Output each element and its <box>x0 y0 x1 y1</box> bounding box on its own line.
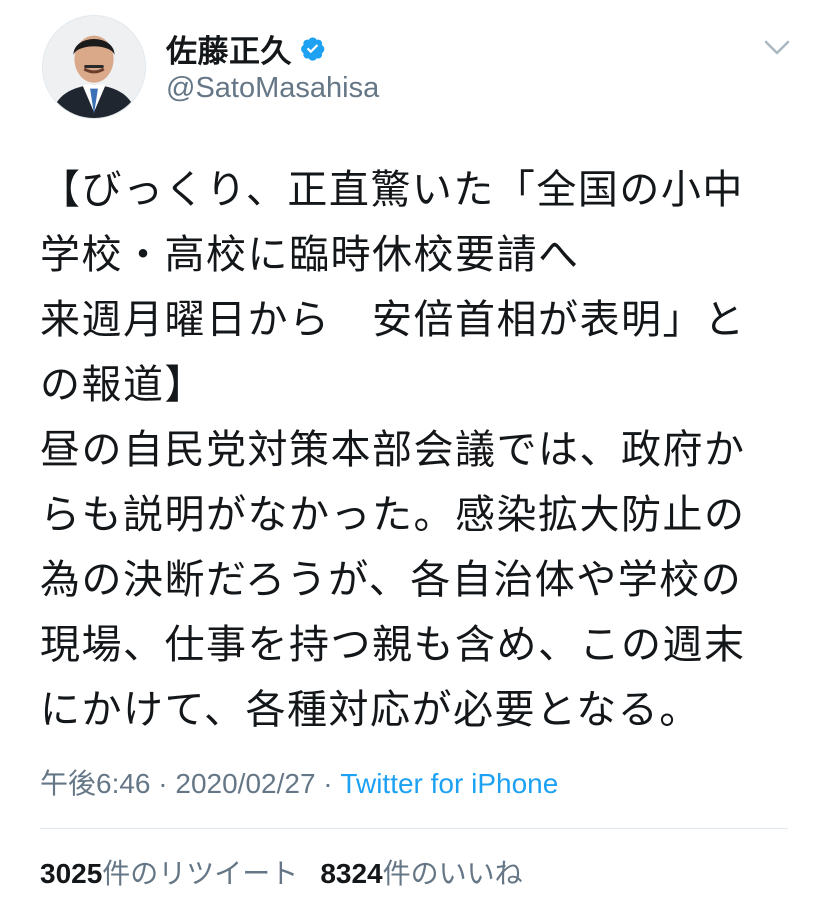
author-avatar[interactable] <box>42 15 146 119</box>
tweet-line: 学校・高校に臨時休校要請へ <box>40 232 580 278</box>
avatar-photo <box>43 16 145 118</box>
retweets-label: 件のリツイート <box>102 858 299 889</box>
tweet-stats: 3025件のリツイート 8324件のいいね <box>40 852 523 892</box>
likes-label: 件のいいね <box>382 858 523 889</box>
likes-stat[interactable]: 8324件のいいね <box>320 858 522 889</box>
tweet-time[interactable]: 午後6:46 <box>40 768 151 799</box>
tweet-line: 昼の自民党対策本部会議では、政府か <box>40 427 746 473</box>
likes-count: 8324 <box>320 858 383 889</box>
chevron-down-icon[interactable] <box>760 36 794 60</box>
tweet-text: 【びっくり、正直驚いた「全国の小中 学校・高校に臨時休校要請へ 来週月曜日から … <box>40 158 800 743</box>
author-handle[interactable]: @SatoMasahisa <box>166 72 379 105</box>
tweet-line: 来週月曜日から 安倍首相が表明」と <box>40 297 746 343</box>
retweets-stat[interactable]: 3025件のリツイート <box>40 858 298 889</box>
tweet-line: らも説明がなかった。感染拡大防止の <box>40 492 746 538</box>
tweet-line: 現場、仕事を持つ親も含め、この週末 <box>40 622 746 668</box>
tweet-date[interactable]: 2020/02/27 <box>175 768 315 799</box>
author-display-name[interactable]: 佐藤正久 <box>166 26 292 71</box>
divider <box>40 828 788 829</box>
tweet-line: 為の決断だろうが、各自治体や学校の <box>40 557 743 603</box>
author-name-row[interactable]: 佐藤正久 <box>166 26 326 70</box>
tweet-source-link[interactable]: Twitter for iPhone <box>340 768 558 799</box>
tweet-line: の報道】 <box>40 362 206 408</box>
verified-badge-icon <box>299 35 326 62</box>
retweets-count: 3025 <box>40 858 103 889</box>
tweet-metadata: 午後6:46 · 2020/02/27 · Twitter for iPhone <box>40 762 558 802</box>
meta-separator: · <box>315 768 341 799</box>
tweet-line: 【びっくり、正直驚いた「全国の小中 <box>40 167 744 213</box>
tweet-line: にかけて、各種対応が必要となる。 <box>40 687 701 733</box>
meta-separator: · <box>150 768 176 799</box>
